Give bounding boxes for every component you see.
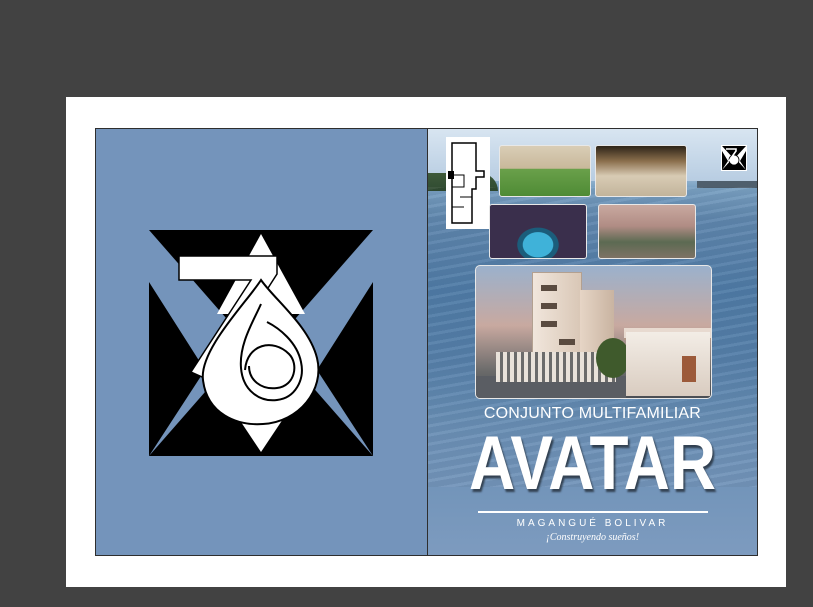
seventy-six-logo-icon <box>721 145 747 171</box>
divider <box>478 511 708 513</box>
project-title: AVATAR <box>468 421 717 506</box>
back-cover-panel[interactable] <box>96 129 428 555</box>
front-cover-panel[interactable]: CONJUNTO MULTIFAMILIAR AVATAR MAGANGUÉ B… <box>428 129 757 555</box>
tree <box>596 338 630 378</box>
window <box>559 339 575 345</box>
soccer-court-photo <box>499 145 591 197</box>
house-door <box>682 356 696 382</box>
brochure-spread[interactable]: CONJUNTO MULTIFAMILIAR AVATAR MAGANGUÉ B… <box>95 128 758 556</box>
project-location: MAGANGUÉ BOLIVAR <box>516 518 669 529</box>
patio-photo <box>598 204 696 259</box>
seventy-six-logo-icon <box>149 230 373 456</box>
window <box>541 285 557 291</box>
window <box>541 303 557 309</box>
project-tagline: ¡Construyendo sueños! <box>545 532 640 543</box>
terrace-photo <box>595 145 687 197</box>
window <box>541 321 557 327</box>
floorplan-icon <box>446 137 490 229</box>
indoor-pool-photo <box>489 204 587 259</box>
building-render-photo <box>475 265 712 399</box>
neighbor-house <box>626 332 710 396</box>
